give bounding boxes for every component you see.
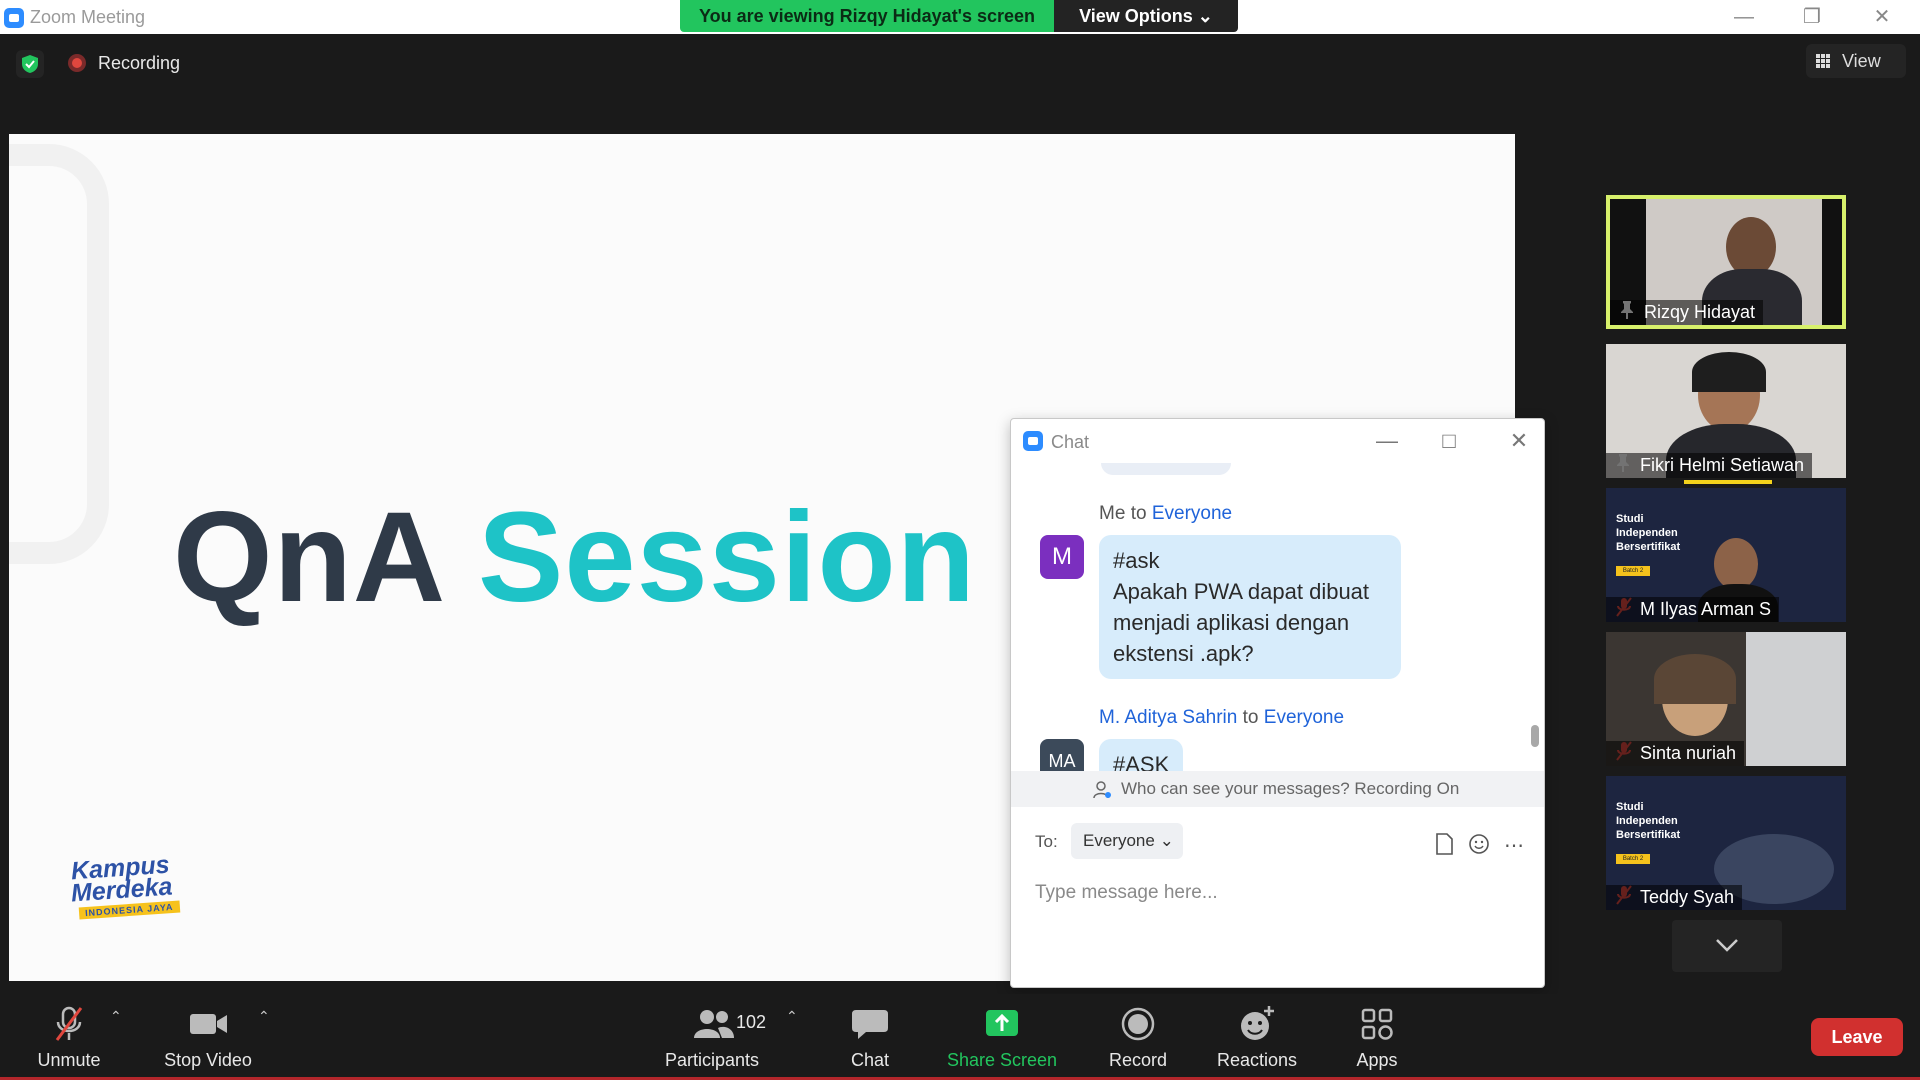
video-tile-teddy-syah[interactable]: Studi Independen Bersertifikat Batch 2 Ted… <box>1606 776 1846 910</box>
more-icon[interactable]: ⋯ <box>1501 833 1527 859</box>
leave-button[interactable]: Leave <box>1811 1018 1903 1056</box>
video-tile-fikri-helmi-setiawan[interactable]: Fikri Helmi Setiawan <box>1606 344 1846 478</box>
participant-name: Rizqy Hidayat <box>1610 300 1764 325</box>
reactions-icon <box>1241 1006 1274 1040</box>
share-screen-button[interactable]: Share Screen <box>946 1000 1058 1076</box>
video-camera-icon <box>190 1014 227 1034</box>
chat-scrollbar[interactable] <box>1531 725 1539 747</box>
emoji-icon[interactable] <box>1466 833 1492 859</box>
meeting-topbar: Recording View <box>0 34 1920 130</box>
scroll-thumbnails-down-button[interactable] <box>1672 920 1782 972</box>
participant-count: 102 <box>736 1012 767 1032</box>
person-head <box>1726 217 1776 277</box>
person-eye-icon <box>1093 781 1111 799</box>
unmute-button[interactable]: Unmute <box>30 1000 108 1076</box>
record-icon <box>1121 1007 1155 1041</box>
chat-title: Chat <box>1051 432 1090 452</box>
chat-messages[interactable]: Me to Everyone M #ask Apakah PWA dapat d… <box>1011 463 1544 771</box>
chat-bubble-icon <box>852 1010 888 1039</box>
recipient-select[interactable]: Everyone ⌄ <box>1071 823 1183 859</box>
participant-name: M Ilyas Arman S <box>1606 597 1780 622</box>
to-label: To: <box>1035 832 1058 851</box>
viewing-screen-label: You are viewing Rizqy Hidayat's screen <box>680 0 1054 32</box>
speaking-indicator <box>1684 480 1772 484</box>
file-icon[interactable] <box>1431 833 1457 859</box>
chevron-down-icon: ⌄ <box>1159 831 1174 850</box>
reactions-button[interactable]: Reactions <box>1212 1000 1302 1076</box>
mic-muted-icon <box>55 1006 83 1041</box>
video-feed <box>1746 632 1846 766</box>
participants-icon <box>694 1010 734 1038</box>
slide-title-accent: Session <box>478 486 976 629</box>
view-label: View <box>1842 51 1881 71</box>
batch-badge: Batch 2 <box>1616 566 1650 576</box>
chat-maximize-icon[interactable]: □ <box>1431 427 1467 455</box>
view-options-label: View Options <box>1079 6 1193 26</box>
studi-background-text: Studi Independen Bersertifikat <box>1616 801 1681 841</box>
stop-video-button[interactable]: Stop Video <box>160 1000 256 1076</box>
apps-button[interactable]: Apps <box>1344 1000 1410 1076</box>
headphones <box>1692 352 1766 392</box>
message-bubble: #ask Apakah PWA dapat dibuat menjadi apl… <box>1099 535 1401 679</box>
recording-label: Recording <box>98 53 181 73</box>
chat-message-input[interactable] <box>1035 877 1515 909</box>
close-icon[interactable]: ✕ <box>1862 4 1902 30</box>
window-title: Zoom Meeting <box>30 7 146 27</box>
view-options-button[interactable]: View Options ⌄ <box>1054 0 1238 32</box>
minimize-icon[interactable]: — <box>1724 4 1764 30</box>
message-visibility-notice[interactable]: Who can see your messages? Recording On <box>1011 771 1544 807</box>
zoom-logo-icon <box>4 8 24 28</box>
message-header: Me to Everyone <box>1099 503 1233 524</box>
video-tile-sinta-nuriah[interactable]: Sinta nuriah <box>1606 632 1846 766</box>
meeting-toolbar: Unmute ⌃ Stop Video ⌃ 102 Participants ⌃… <box>0 994 1920 1080</box>
zoom-logo-icon <box>1023 431 1043 451</box>
message-header: M. Aditya Sahrin to Everyone <box>1099 707 1345 728</box>
chat-close-icon[interactable]: ✕ <box>1501 427 1537 455</box>
slide-title-dark: QnA <box>173 486 442 629</box>
participant-name: Sinta nuriah <box>1606 741 1745 766</box>
person-hair <box>1654 654 1736 704</box>
message-bubble: #ASK <box>1099 739 1184 771</box>
participant-name: Teddy Syah <box>1606 885 1743 910</box>
chat-titlebar: Chat — □ ✕ <box>1011 419 1544 463</box>
studi-background-text: Studi Independen Bersertifikat <box>1616 513 1681 553</box>
participants-button[interactable]: 102 Participants <box>662 1000 766 1076</box>
restore-icon[interactable]: ❐ <box>1792 4 1832 30</box>
chevron-down-icon <box>1716 939 1738 952</box>
video-options-caret[interactable]: ⌃ <box>258 1008 270 1025</box>
person-head <box>1714 538 1758 590</box>
audio-options-caret[interactable]: ⌃ <box>110 1008 122 1025</box>
chat-button[interactable]: Chat <box>838 1000 902 1076</box>
share-screen-icon <box>986 1010 1018 1036</box>
kampus-merdeka-logo: Kampus Merdeka INDONESIA JAYA <box>65 851 195 924</box>
security-shield-icon[interactable] <box>16 50 44 78</box>
slide-title: QnA Session <box>173 484 976 631</box>
chat-minimize-icon[interactable]: — <box>1369 427 1405 455</box>
chat-window: Chat — □ ✕ Me to Everyone M #ask Apakah … <box>1010 418 1545 988</box>
video-tile-m-ilyas-arman-s[interactable]: Studi Independen Bersertifikat Batch 2 M I… <box>1606 488 1846 622</box>
avatar: M <box>1040 535 1084 579</box>
recording-icon <box>68 54 86 72</box>
batch-badge: Batch 2 <box>1616 854 1650 864</box>
apps-icon <box>1361 1008 1393 1040</box>
participants-options-caret[interactable]: ⌃ <box>786 1008 798 1025</box>
video-tile-rizqy-hidayat[interactable]: Rizqy Hidayat <box>1606 195 1846 329</box>
grid-icon <box>1816 54 1830 68</box>
avatar: MA <box>1040 739 1084 771</box>
decorative-bracket <box>9 144 109 564</box>
view-button[interactable]: View <box>1806 44 1906 78</box>
previous-message-bubble <box>1101 463 1231 475</box>
participant-name: Fikri Helmi Setiawan <box>1606 453 1813 478</box>
screen-share-banner: You are viewing Rizqy Hidayat's screen V… <box>680 0 1238 32</box>
record-button[interactable]: Record <box>1100 1000 1176 1076</box>
chevron-down-icon: ⌄ <box>1197 6 1213 26</box>
